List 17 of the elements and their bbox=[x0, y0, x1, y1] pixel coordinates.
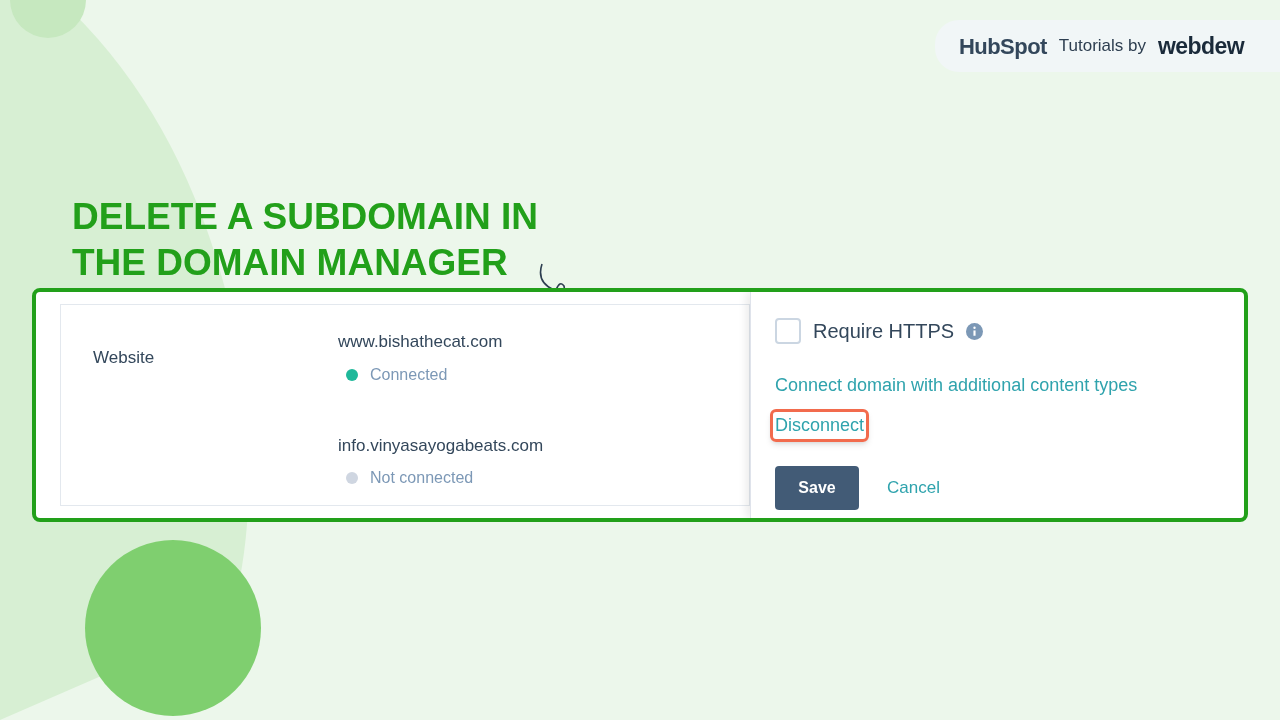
status-text: Connected bbox=[370, 364, 448, 385]
title-line: THE DOMAIN MANAGER bbox=[72, 241, 509, 285]
tagline: Tutorials by bbox=[1058, 35, 1147, 58]
status-text: Not connected bbox=[370, 468, 474, 488]
checkbox-label: Require HTTPS bbox=[813, 319, 955, 344]
save-button[interactable]: Save bbox=[775, 466, 859, 510]
row-label: Website bbox=[93, 347, 156, 369]
link[interactable]: Disconnect bbox=[770, 409, 870, 442]
webdew-logo: webdew bbox=[1158, 31, 1245, 61]
cancel-link[interactable]: Cancel bbox=[887, 475, 940, 501]
https-checkbox[interactable] bbox=[775, 318, 801, 344]
info-icon bbox=[966, 322, 984, 340]
domain-name: info.vinyasayogabeats.com bbox=[338, 434, 544, 457]
link[interactable]: Connect domain with additional content types bbox=[775, 372, 1138, 399]
title-line: DELETE A SUBDOMAIN IN bbox=[72, 195, 538, 239]
hubspot-logo: HubSpot bbox=[959, 32, 1047, 61]
domain-name: www.bishathecat.com bbox=[338, 331, 504, 353]
